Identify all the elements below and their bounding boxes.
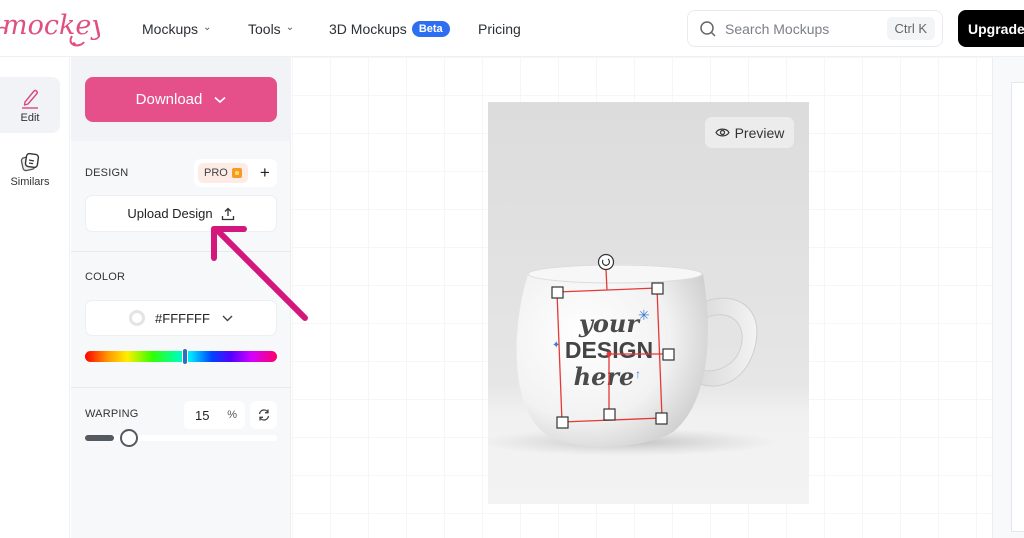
download-label: Download — [135, 91, 203, 108]
resize-handle-top-right[interactable] — [651, 282, 664, 295]
rotate-handle[interactable] — [597, 253, 615, 271]
warping-input[interactable]: 15 % — [184, 401, 245, 429]
upload-design-button[interactable]: Upload Design — [85, 195, 277, 232]
upload-design-label: Upload Design — [127, 206, 213, 221]
download-section: Download — [71, 57, 291, 141]
search-shortcut: Ctrl K — [886, 17, 935, 40]
color-section-label: COLOR — [85, 271, 126, 283]
download-button[interactable]: Download — [85, 77, 277, 122]
design-section-label: DESIGN — [85, 167, 129, 179]
warping-reset-button[interactable] — [250, 401, 277, 429]
arrow-up-icon: ↑ — [635, 367, 641, 381]
resize-handle-bottom-right[interactable] — [655, 412, 668, 425]
logo-text: mockey — [2, 10, 100, 41]
color-swatch — [129, 310, 146, 326]
nav-mockups-label: Mockups — [142, 20, 199, 37]
design-text-line3: here — [574, 362, 635, 391]
pro-badge[interactable]: PRO — [198, 163, 248, 183]
beta-badge: Beta — [411, 20, 450, 37]
chevron-down-icon — [222, 315, 233, 321]
sparkle-icon: ✳ — [638, 307, 650, 323]
left-rail: Edit Similars — [0, 57, 70, 538]
resize-handle-bottom-left[interactable] — [556, 416, 569, 429]
warping-slider-thumb[interactable] — [119, 429, 138, 447]
warping-section-label: WARPING — [85, 408, 139, 420]
nav-pricing-label: Pricing — [478, 20, 521, 37]
refresh-icon — [258, 409, 269, 421]
pro-crown-icon — [231, 168, 242, 178]
resize-handle-bottom[interactable] — [603, 408, 616, 421]
plus-icon[interactable]: + — [260, 163, 270, 183]
design-actions: PRO + — [194, 159, 277, 187]
similars-stack-icon — [20, 152, 40, 171]
search-icon — [700, 20, 716, 37]
color-picker-field[interactable]: #FFFFFF — [85, 300, 277, 336]
warping-slider[interactable] — [85, 429, 277, 447]
rail-item-similars-label: Similars — [10, 175, 50, 188]
warping-unit: % — [227, 409, 237, 421]
nav-3d-mockups[interactable]: 3D Mockups Beta — [329, 0, 450, 57]
rail-item-edit[interactable]: Edit — [0, 77, 60, 133]
resize-handle-right[interactable] — [662, 348, 675, 361]
hue-slider-thumb[interactable] — [181, 348, 188, 365]
divider — [71, 251, 291, 252]
color-value: #FFFFFF — [155, 310, 210, 326]
upload-icon — [221, 207, 234, 220]
warping-value: 15 — [195, 407, 210, 423]
preview-label: Preview — [734, 124, 785, 141]
eye-icon — [714, 128, 730, 137]
resize-handle-top-left[interactable] — [551, 286, 564, 299]
pro-badge-label: PRO — [204, 167, 228, 179]
rail-item-similars[interactable]: Similars — [0, 141, 60, 197]
mockey-logo[interactable]: mockey — [0, 6, 100, 50]
chevron-down-icon — [214, 96, 226, 103]
preview-button[interactable]: Preview — [705, 117, 794, 148]
rail-item-edit-label: Edit — [20, 111, 40, 124]
design-text-line1: your — [578, 309, 641, 338]
pencil-icon — [22, 89, 38, 109]
chevron-down-icon: ⌄ — [285, 22, 295, 33]
divider — [71, 387, 291, 388]
nav-3d-mockups-label: 3D Mockups — [329, 20, 407, 37]
nav-mockups[interactable]: Mockups ⌄ — [142, 0, 211, 57]
nav-tools-label: Tools — [248, 20, 281, 37]
right-card — [1011, 82, 1024, 532]
edit-panel: Download DESIGN PRO + Upload Design COLO… — [71, 57, 291, 538]
search-input[interactable]: Search Mockups Ctrl K — [687, 10, 943, 47]
nav-pricing[interactable]: Pricing — [478, 0, 521, 57]
right-column — [992, 57, 1024, 538]
nav-tools[interactable]: Tools ⌄ — [248, 0, 294, 57]
chevron-down-icon: ⌄ — [203, 22, 212, 33]
hue-slider[interactable] — [85, 348, 277, 365]
mockup-preview[interactable]: your DESIGN here ✳ ✦ ↑ Preview — [488, 102, 809, 504]
warping-slider-fill — [85, 435, 114, 441]
upgrade-button[interactable]: Upgrade — [958, 10, 1024, 47]
search-placeholder: Search Mockups — [725, 20, 830, 37]
top-bar: mockey Mockups ⌄ Tools ⌄ 3D Mockups Beta… — [0, 0, 1024, 57]
mug-image: your DESIGN here ✳ ✦ ↑ — [488, 253, 778, 456]
